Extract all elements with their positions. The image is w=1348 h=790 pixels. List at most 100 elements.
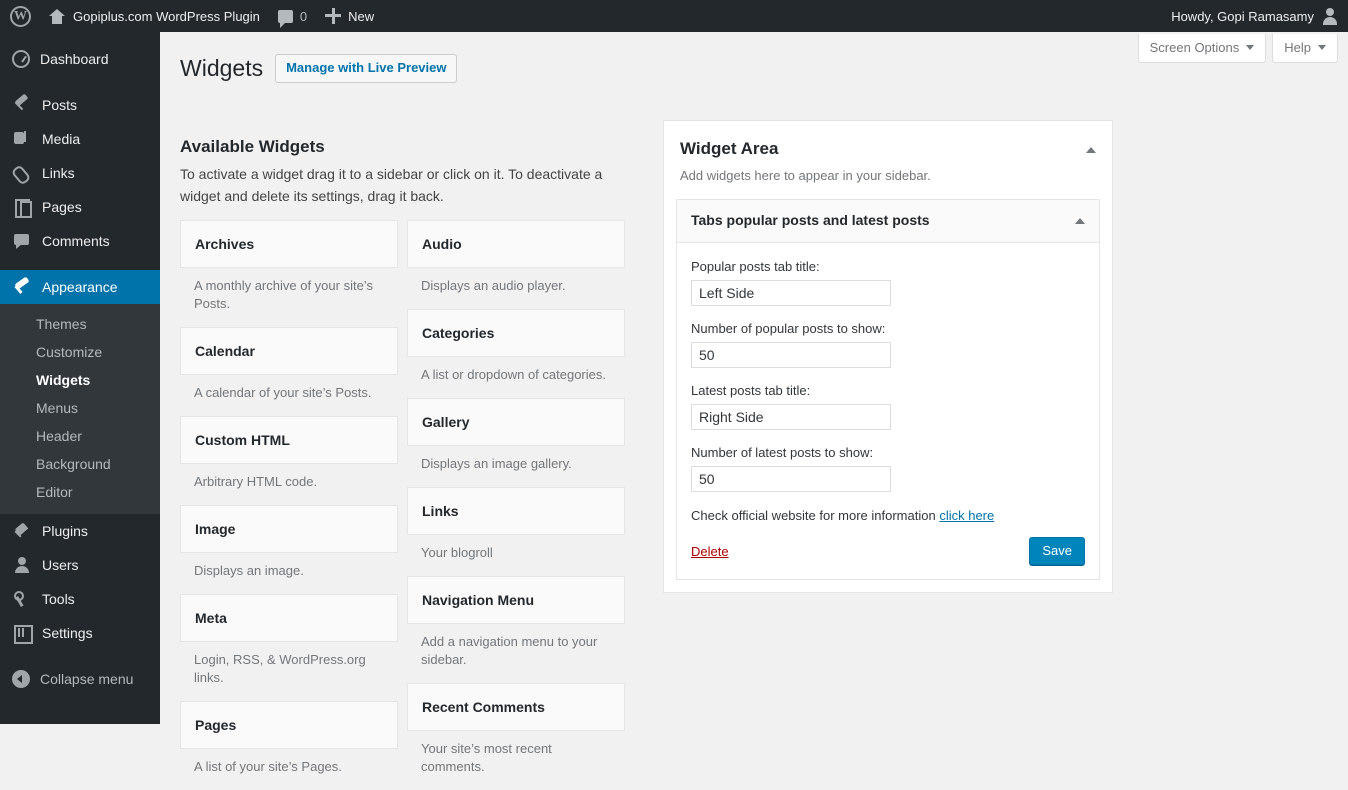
- sidebar-subitem-customize[interactable]: Customize: [0, 338, 160, 366]
- widget-title: Tabs popular posts and latest posts: [691, 212, 930, 228]
- sidebar-subitem-widgets[interactable]: Widgets: [0, 366, 160, 394]
- widget-header[interactable]: Tabs popular posts and latest posts: [677, 200, 1099, 243]
- screen-options-button[interactable]: Screen Options: [1137, 34, 1267, 63]
- sidebar-item-label: Tools: [42, 591, 75, 607]
- dashboard-icon: [12, 50, 30, 68]
- wordpress-logo-icon: [10, 5, 31, 27]
- avatar: [1321, 7, 1339, 25]
- available-widget-name: Calendar: [195, 343, 255, 359]
- widget-column-left: Archives A monthly archive of your site’s…: [180, 220, 398, 790]
- popular-posts-title-input[interactable]: [691, 280, 891, 306]
- my-account-menu[interactable]: Howdy, Gopi Ramasamy: [1162, 0, 1348, 32]
- latest-posts-count-input[interactable]: [691, 466, 891, 492]
- collapse-menu-button[interactable]: Collapse menu: [0, 662, 160, 696]
- site-name-label: Gopiplus.com WordPress Plugin: [73, 8, 260, 24]
- comment-bubble-icon: [277, 9, 293, 28]
- sidebar-item-posts[interactable]: Posts: [0, 88, 160, 122]
- available-widget-name: Archives: [195, 236, 255, 252]
- sidebar-subitem-menus[interactable]: Menus: [0, 394, 160, 422]
- page-title: Widgets: [180, 55, 264, 81]
- sidebar-item-comments[interactable]: Comments: [0, 224, 160, 258]
- available-widget-card[interactable]: Image: [180, 505, 398, 553]
- official-website-text: Check official website for more informat…: [691, 508, 936, 523]
- wordpress-logo-menu[interactable]: [0, 0, 39, 32]
- help-button[interactable]: Help: [1272, 34, 1338, 63]
- available-widget-card[interactable]: Calendar: [180, 327, 398, 375]
- sidebar-item-links[interactable]: Links: [0, 156, 160, 190]
- pin-icon: [12, 95, 32, 115]
- available-widget-card[interactable]: Custom HTML: [180, 416, 398, 464]
- widget-settings-form: Popular posts tab title: Number of popul…: [677, 243, 1099, 579]
- available-widget-card[interactable]: Meta: [180, 594, 398, 642]
- sidebar-item-label: Comments: [42, 233, 110, 249]
- available-widget-card[interactable]: Categories: [407, 309, 625, 357]
- howdy-label: Howdy, Gopi Ramasamy: [1171, 8, 1314, 24]
- available-widget-description: Add a navigation menu to your sidebar.: [421, 634, 598, 667]
- chevron-up-icon[interactable]: [1075, 218, 1085, 224]
- available-widget-name: Navigation Menu: [422, 592, 535, 608]
- sidebar-item-plugins[interactable]: Plugins: [0, 514, 160, 548]
- sidebar-item-settings[interactable]: Settings: [0, 616, 160, 650]
- sidebar-subitem-themes[interactable]: Themes: [0, 310, 160, 338]
- available-widget-description: Displays an image.: [194, 563, 304, 578]
- available-widgets-description: To activate a widget drag it to a sideba…: [180, 166, 603, 204]
- available-widget-description: Login, RSS, & WordPress.org links.: [194, 652, 366, 685]
- official-website-info: Check official website for more informat…: [691, 508, 1085, 523]
- chevron-up-icon[interactable]: [1086, 147, 1096, 153]
- sidebar-item-dashboard[interactable]: Dashboard: [0, 42, 160, 76]
- available-widget-card[interactable]: Navigation Menu: [407, 576, 625, 624]
- latest-posts-title-input[interactable]: [691, 404, 891, 430]
- new-content-menu[interactable]: New: [316, 0, 383, 32]
- widget-actions: Delete Save: [691, 537, 1085, 565]
- manage-with-live-preview-button[interactable]: Manage with Live Preview: [275, 54, 458, 83]
- available-widget-card[interactable]: Links: [407, 487, 625, 535]
- available-widget-card[interactable]: Gallery: [407, 398, 625, 446]
- widget-area-panel: Widget Area Add widgets here to appear i…: [663, 120, 1113, 593]
- tool-icon: [12, 589, 32, 609]
- available-widget-description: Your site’s most recent comments.: [421, 741, 552, 774]
- available-widget-name: Recent Comments: [422, 699, 545, 715]
- admin-sidebar: Dashboard Posts Media Links Pages Commen…: [0, 32, 160, 724]
- available-widget-card[interactable]: Archives: [180, 220, 398, 268]
- sidebar-item-media[interactable]: Media: [0, 122, 160, 156]
- sidebar-item-appearance[interactable]: Appearance: [0, 270, 160, 304]
- appearance-submenu: Themes Customize Widgets Menus Header Ba…: [0, 304, 160, 514]
- screen-meta-links: Screen Options Help: [1137, 34, 1338, 63]
- available-widget-description: Arbitrary HTML code.: [194, 474, 318, 489]
- home-icon: [48, 8, 66, 24]
- available-widget-card[interactable]: Pages: [180, 701, 398, 749]
- user-icon: [12, 555, 32, 575]
- sidebar-subitem-editor[interactable]: Editor: [0, 478, 160, 506]
- main-content: Screen Options Help Widgets Manage with …: [160, 32, 1348, 774]
- sidebar-item-label: Plugins: [42, 523, 88, 539]
- delete-widget-link[interactable]: Delete: [691, 544, 729, 559]
- sidebar-subitem-background[interactable]: Background: [0, 450, 160, 478]
- comments-menu[interactable]: 0: [269, 0, 316, 32]
- new-label: New: [348, 8, 375, 24]
- click-here-link[interactable]: click here: [939, 508, 994, 523]
- help-label: Help: [1284, 40, 1311, 55]
- sidebar-item-label: Appearance: [42, 279, 118, 295]
- available-widget-name: Links: [422, 503, 459, 519]
- available-widget-card[interactable]: Audio: [407, 220, 625, 268]
- comment-count-label: 0: [299, 8, 308, 24]
- appearance-icon: [12, 277, 32, 297]
- save-widget-button[interactable]: Save: [1029, 537, 1085, 565]
- popular-posts-count-label: Number of popular posts to show:: [691, 321, 886, 336]
- popular-posts-count-input[interactable]: [691, 342, 891, 368]
- collapse-icon: [12, 670, 30, 688]
- available-widget-name: Pages: [195, 717, 237, 733]
- sidebar-item-tools[interactable]: Tools: [0, 582, 160, 616]
- widget-area-header[interactable]: Widget Area Add widgets here to appear i…: [664, 121, 1112, 199]
- page-header: Widgets Manage with Live Preview: [180, 54, 458, 83]
- sidebar-subitem-header[interactable]: Header: [0, 422, 160, 450]
- available-widget-description: Displays an audio player.: [421, 278, 566, 293]
- sidebar-item-users[interactable]: Users: [0, 548, 160, 582]
- available-widget-description: Displays an image gallery.: [421, 456, 572, 471]
- sidebar-item-label: Settings: [42, 625, 93, 641]
- site-name-menu[interactable]: Gopiplus.com WordPress Plugin: [39, 0, 269, 32]
- sidebar-item-pages[interactable]: Pages: [0, 190, 160, 224]
- available-widgets-grid: Archives A monthly archive of your site’s…: [180, 220, 625, 790]
- widget-area-description: Add widgets here to appear in your sideb…: [680, 168, 931, 183]
- plugin-icon: [12, 521, 32, 541]
